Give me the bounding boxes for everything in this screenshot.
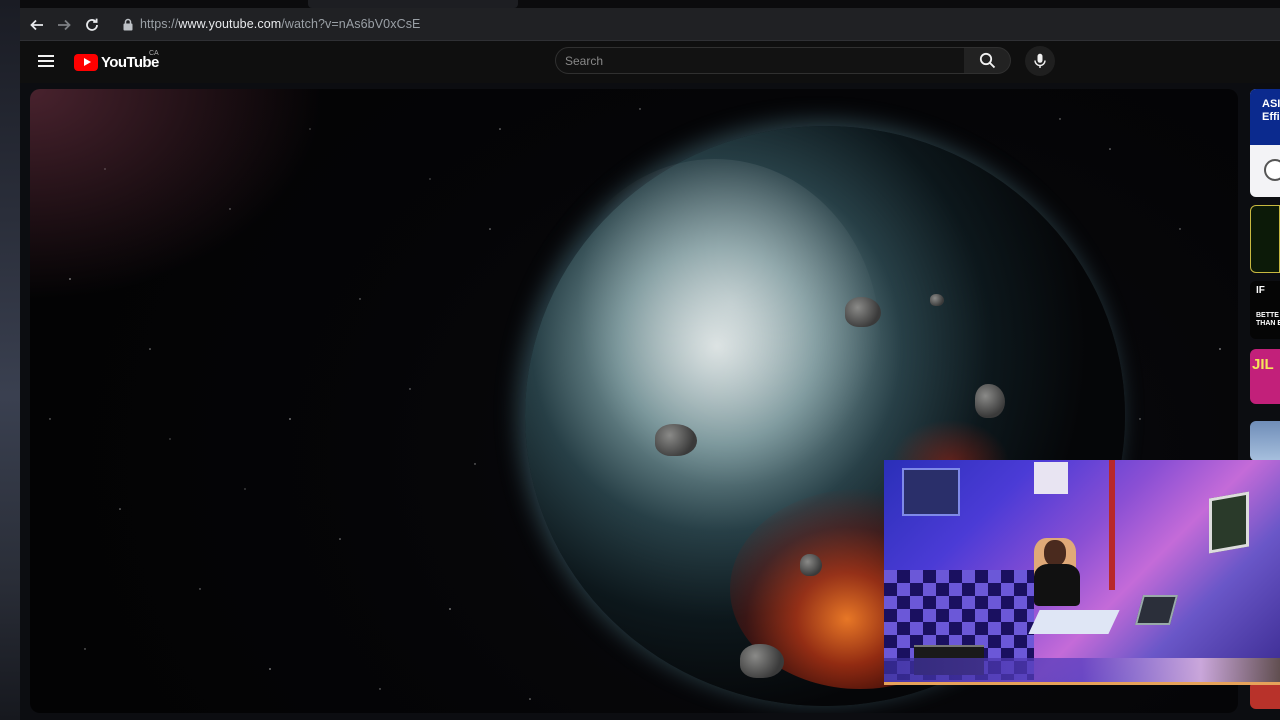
search-input[interactable]: Search	[555, 47, 965, 74]
lock-icon[interactable]	[122, 18, 134, 31]
recommendation-title-line: BETTE	[1256, 312, 1279, 319]
desk-edge	[884, 658, 1280, 682]
youtube-header: YouTube CA Search	[20, 41, 1280, 83]
webcam-overlay	[884, 460, 1280, 685]
recommendation-title-line: JIL	[1252, 356, 1274, 373]
menu-icon[interactable]	[38, 53, 54, 69]
asteroid	[930, 294, 944, 306]
recommendation-title-line: Effi	[1262, 111, 1280, 123]
url-path: /watch?v=nAs6bV0xCsE	[281, 17, 421, 31]
browser-tab-strip	[20, 0, 1280, 8]
search-placeholder: Search	[565, 54, 604, 68]
asteroid	[740, 644, 784, 678]
planet-clouds	[550, 159, 880, 519]
url-text[interactable]: https://www.youtube.com/watch?v=nAs6bV0x…	[140, 17, 421, 31]
address-bar[interactable]: https://www.youtube.com/watch?v=nAs6bV0x…	[108, 12, 1268, 37]
wall-panel	[1034, 462, 1068, 494]
recommendation-title-line: THAN E	[1256, 320, 1280, 327]
browser-toolbar: https://www.youtube.com/watch?v=nAs6bV0x…	[20, 8, 1280, 41]
voice-search-button[interactable]	[1025, 46, 1055, 76]
browser-tab-active[interactable]	[308, 0, 518, 8]
recommendation-title-line: IF	[1256, 285, 1265, 296]
microphone-icon	[1034, 53, 1046, 68]
recommendation-thumbnail[interactable]: ASI Effi	[1250, 89, 1280, 197]
person-body	[1034, 564, 1080, 606]
recommendation-thumbnail[interactable]	[1250, 421, 1280, 461]
person-head	[1044, 540, 1066, 566]
recommendation-thumbnail[interactable]: IF BETTE THAN E	[1250, 281, 1280, 339]
avatar	[1264, 159, 1280, 181]
asteroid	[655, 424, 697, 456]
recommendation-thumbnail[interactable]	[1250, 681, 1280, 709]
wall-monitor	[902, 468, 960, 516]
back-button[interactable]	[26, 14, 48, 36]
forward-button[interactable]	[53, 14, 75, 36]
search-button[interactable]	[964, 47, 1011, 74]
url-host: www.youtube.com	[178, 17, 282, 31]
search-icon	[979, 52, 995, 69]
pole	[1109, 460, 1115, 590]
recommendation-title-line: ASI	[1262, 98, 1280, 110]
asteroid	[845, 297, 881, 327]
reload-button[interactable]	[81, 14, 103, 36]
arrow-left-icon	[30, 19, 43, 31]
url-scheme: https://	[140, 17, 179, 31]
keyboard	[1028, 610, 1120, 634]
recommendation-thumbnail[interactable]	[1250, 205, 1280, 273]
desktop-background	[0, 0, 20, 720]
asteroid	[975, 384, 1005, 418]
laptop	[1134, 595, 1179, 625]
asteroid	[800, 554, 822, 576]
reload-icon	[86, 18, 98, 31]
region-label: CA	[149, 50, 159, 57]
youtube-play-icon	[74, 53, 98, 71]
studio-monitor	[1209, 491, 1249, 554]
screen: https://www.youtube.com/watch?v=nAs6bV0x…	[0, 0, 1280, 720]
recommendation-thumbnail[interactable]: JIL	[1250, 349, 1280, 404]
arrow-right-icon	[58, 19, 71, 31]
youtube-logo[interactable]: YouTube	[74, 52, 159, 72]
